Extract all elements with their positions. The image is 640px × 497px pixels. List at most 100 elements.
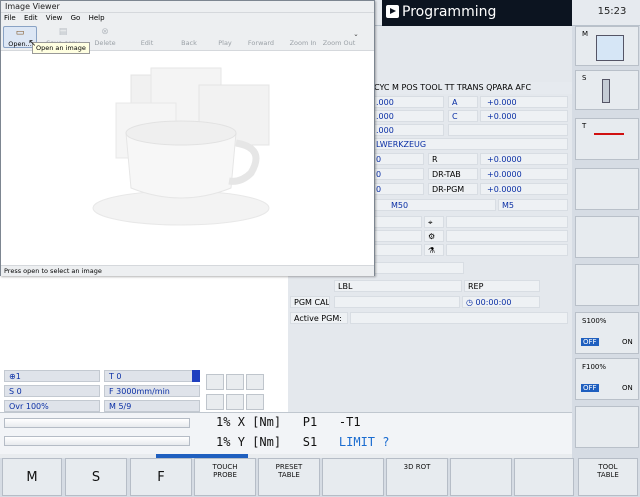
status-box — [226, 374, 244, 390]
axis-indicator — [192, 370, 200, 382]
softkey-empty-7[interactable] — [514, 458, 574, 496]
status-empty — [448, 124, 568, 136]
axis-value: +0.000 — [480, 110, 568, 122]
spindle-status-icon — [206, 374, 224, 390]
spindle-speed: S 0 — [4, 385, 100, 397]
status-value: .000 — [372, 124, 444, 136]
zoom-in-icon — [298, 27, 308, 37]
position-line-y: 1% Y [Nm] S1 LIMIT ? — [216, 435, 390, 449]
placeholder-image-icon — [92, 67, 270, 226]
axis-label: A — [448, 96, 478, 108]
runtime: ◷ 00:00:00 — [462, 296, 540, 308]
mouse-cursor-icon: ↖ — [28, 38, 37, 49]
drpgm-value: +0.0000 — [480, 183, 568, 195]
status-box — [206, 394, 224, 410]
play-button[interactable]: Play — [207, 27, 243, 47]
delete-button[interactable]: ⊗ Delete — [87, 27, 123, 47]
status-empty — [446, 230, 568, 242]
status-empty — [446, 216, 568, 228]
menu-edit[interactable]: Edit — [24, 14, 38, 22]
status-empty — [372, 244, 422, 256]
folder-icon: ▭ — [15, 28, 25, 38]
softkey-empty-6[interactable] — [450, 458, 512, 496]
touch-probe-softkey[interactable]: TOUCH PROBE — [194, 458, 256, 496]
status-box — [246, 374, 264, 390]
softkey-t[interactable]: T — [575, 118, 639, 160]
active-pgm-value — [350, 312, 568, 324]
feed-override-softkey[interactable]: F100% OFF ON — [575, 358, 639, 400]
position-line-x: 1% X [Nm] P1 -T1 — [216, 415, 361, 429]
status-empty — [372, 262, 464, 274]
override-icon: ⊕ — [9, 372, 16, 381]
softkey-empty-5[interactable] — [322, 458, 384, 496]
back-icon — [184, 27, 194, 37]
menu-go[interactable]: Go — [71, 14, 81, 22]
feed-override: ⊕1 — [4, 370, 100, 382]
edit-button[interactable]: Edit — [129, 27, 165, 47]
load-bar-x — [4, 418, 190, 428]
softkey-m[interactable]: M — [575, 26, 639, 66]
edit-icon — [142, 27, 152, 37]
mode-title: Programming — [402, 4, 497, 20]
feed-rate: F 3000mm/min — [104, 385, 200, 397]
probe-icon: ⌖ — [424, 216, 444, 228]
softkey-empty-1[interactable] — [575, 168, 639, 210]
spindle-override-softkey[interactable]: S100% OFF ON — [575, 312, 639, 354]
viewer-status-bar: Press open to select an image — [1, 265, 374, 276]
zoom-in-button[interactable]: Zoom In — [285, 27, 321, 47]
status-empty — [372, 230, 422, 242]
preset-table-softkey[interactable]: PRESET TABLE — [258, 458, 320, 496]
coolant-icon: ⚗ — [424, 244, 444, 256]
tool-change-icon: ⚙ — [424, 230, 444, 242]
drtab-value: +0.0000 — [480, 168, 568, 180]
tool-zero: 0 — [372, 168, 424, 180]
tool-change-arrow-icon — [594, 133, 624, 135]
machine-icon — [596, 35, 624, 61]
softkey-empty-4[interactable] — [575, 406, 639, 448]
pgm-call-label: PGM CALL — [290, 296, 330, 308]
status-box — [226, 394, 244, 410]
tool-table-softkey[interactable]: TOOL TABLE — [578, 458, 638, 496]
m-function-spindle: M5 — [498, 199, 568, 211]
programming-mode-icon — [386, 5, 399, 18]
load-bar-y — [4, 436, 190, 446]
mode-indicator: Programming — [382, 0, 572, 26]
menu-bar: File Edit View Go Help — [1, 13, 374, 24]
tool-name: LWERKZEUG — [372, 138, 568, 150]
menu-view[interactable]: View — [46, 14, 63, 22]
axis-label: C — [448, 110, 478, 122]
menu-file[interactable]: File — [4, 14, 16, 22]
status-value: .000 — [372, 110, 444, 122]
status-box — [246, 394, 264, 410]
lbl-label: LBL — [334, 280, 462, 292]
softkey-empty-2[interactable] — [575, 216, 639, 258]
pgm-call-value — [334, 296, 460, 308]
status-empty — [446, 244, 568, 256]
softkey-m-bottom[interactable]: M — [2, 458, 62, 496]
status-value: .000 — [372, 96, 444, 108]
r-value: +0.0000 — [480, 153, 568, 165]
forward-button[interactable]: Forward — [243, 27, 279, 47]
zoom-out-icon — [334, 27, 344, 37]
open-tooltip: Open an image — [32, 42, 90, 54]
toolbar-overflow-chevron-icon[interactable]: ⌄ — [349, 30, 363, 38]
active-pgm-label: Active PGM: — [290, 312, 348, 324]
menu-help[interactable]: Help — [89, 14, 105, 22]
m-function: M50 — [372, 199, 496, 211]
status-empty — [372, 216, 422, 228]
spindle-icon — [602, 79, 610, 103]
softkey-s-bottom[interactable]: S — [65, 458, 127, 496]
softkey-empty-3[interactable] — [575, 264, 639, 306]
delete-icon: ⊗ — [101, 27, 109, 37]
3d-rot-softkey[interactable]: 3D ROT — [386, 458, 448, 496]
drtab-label: DR-TAB — [428, 168, 478, 180]
save-icon: ▤ — [58, 27, 68, 37]
tool-zero: 0 — [372, 153, 424, 165]
back-button[interactable]: Back — [171, 27, 207, 47]
clock-icon: ◷ — [466, 298, 476, 307]
softkey-f-bottom[interactable]: F — [130, 458, 192, 496]
tool-number: T 0 — [104, 370, 200, 382]
softkey-s[interactable]: S — [575, 70, 639, 110]
forward-icon — [256, 27, 266, 37]
window-title: Image Viewer — [1, 1, 374, 13]
